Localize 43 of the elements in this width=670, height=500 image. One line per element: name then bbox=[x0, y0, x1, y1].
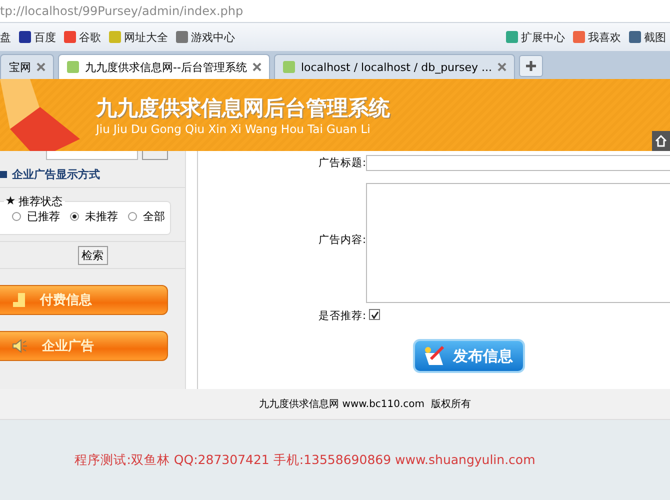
bookmark[interactable]: 谷歌 bbox=[64, 30, 101, 44]
test-note: 程序测试:双鱼林 QQ:287307421 手机:13558690869 www.shuangyulin.com bbox=[74, 452, 536, 468]
radio-option[interactable]: 已推荐 bbox=[12, 209, 60, 224]
speaker-icon bbox=[12, 339, 28, 353]
copyright-text: 九九度供求信息网 www.bc110.com 版权所有 bbox=[259, 398, 471, 411]
content-field[interactable] bbox=[366, 183, 670, 303]
bookmark[interactable]: 盘 bbox=[0, 30, 11, 44]
check-icon bbox=[370, 310, 378, 318]
field-label: 广告标题: bbox=[317, 156, 366, 170]
browser-tab[interactable]: localhost / localhost / db_pursey ... bbox=[274, 54, 516, 79]
close-icon[interactable] bbox=[498, 63, 506, 71]
search-button[interactable] bbox=[142, 151, 168, 160]
new-tab-button[interactable] bbox=[519, 55, 544, 77]
browser-tab[interactable]: 宝网 bbox=[0, 54, 54, 79]
close-icon[interactable] bbox=[37, 63, 45, 71]
bookmark[interactable]: 百度 bbox=[19, 30, 56, 44]
radio-icon[interactable] bbox=[12, 212, 21, 221]
checkbox[interactable] bbox=[369, 309, 380, 320]
home-icon bbox=[655, 135, 667, 147]
search-button[interactable]: 检索 bbox=[78, 246, 108, 264]
square-icon bbox=[0, 170, 7, 178]
star-icon bbox=[6, 196, 15, 205]
field-label: 广告内容: bbox=[317, 233, 366, 247]
banner-subtitle: Jiu Jiu Du Gong Qiu Xin Xi Wang Hou Tai Guan Li bbox=[96, 122, 372, 136]
banner-title: 九九度供求信息网后台管理系统 bbox=[96, 95, 390, 122]
plus-icon bbox=[525, 60, 538, 72]
radio-option[interactable]: 全部 bbox=[128, 209, 165, 224]
bookmark[interactable]: 我喜欢 bbox=[573, 30, 621, 44]
bookmark[interactable]: 网址大全 bbox=[109, 30, 168, 44]
legend: 推荐状态 bbox=[18, 195, 62, 208]
radio-icon[interactable] bbox=[70, 212, 79, 221]
bookmark[interactable]: 扩展中心 bbox=[506, 30, 565, 44]
title-field[interactable] bbox=[366, 155, 670, 171]
radio-option[interactable]: 未推荐 bbox=[70, 209, 118, 224]
bookmark[interactable]: 截图 bbox=[629, 30, 666, 44]
section-title: 企业广告显示方式 bbox=[12, 166, 100, 182]
input-field[interactable] bbox=[46, 151, 138, 160]
bookmark[interactable]: 游戏中心 bbox=[176, 30, 235, 44]
home-button[interactable] bbox=[652, 131, 670, 151]
field-label: 是否推荐: bbox=[317, 309, 366, 323]
close-icon[interactable] bbox=[252, 63, 261, 71]
browser-tab[interactable]: 九九度供求信息网--后台管理系统 bbox=[58, 54, 270, 79]
radio-icon[interactable] bbox=[128, 212, 137, 221]
